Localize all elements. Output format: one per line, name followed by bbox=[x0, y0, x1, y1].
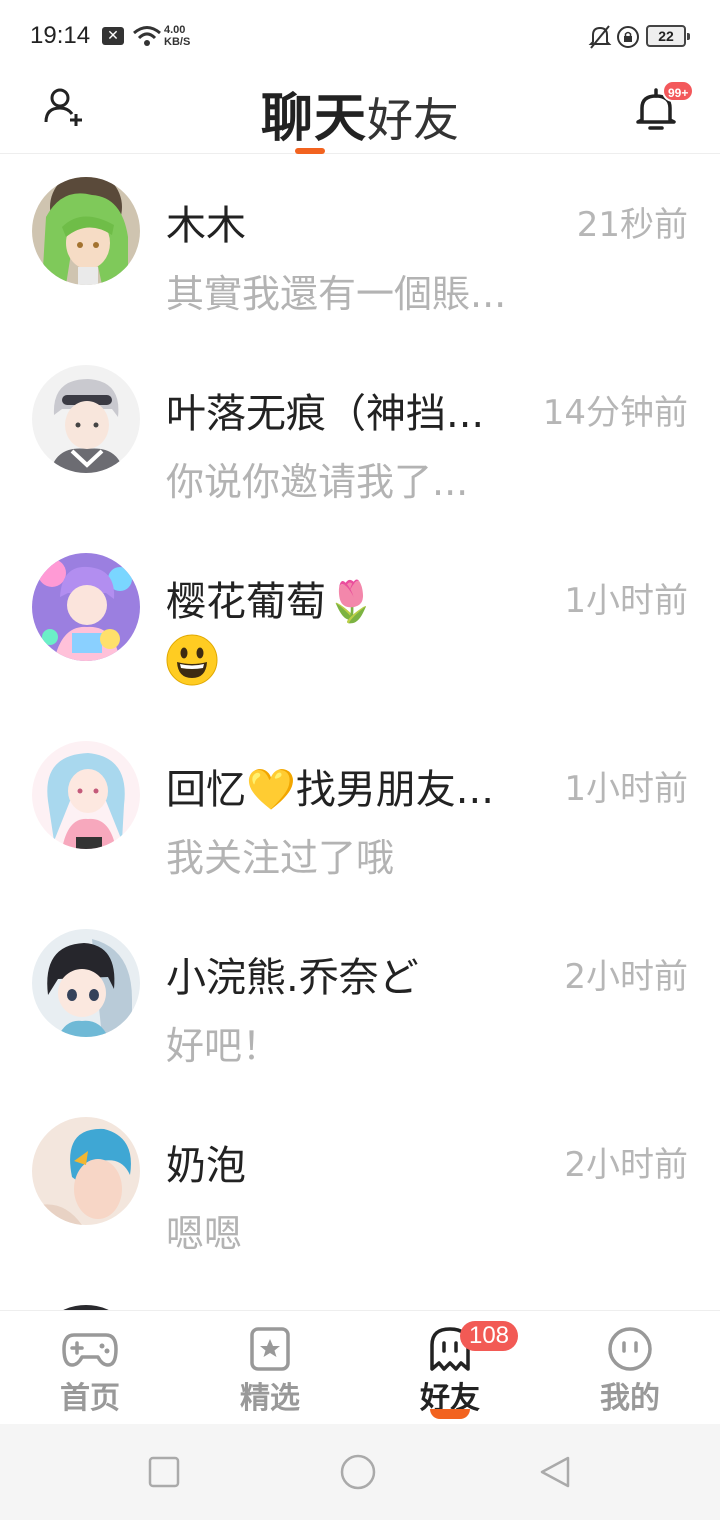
avatar[interactable] bbox=[32, 741, 140, 849]
contact-name: 回忆💛找男朋友... bbox=[166, 767, 494, 813]
network-speed: 4.00 KB/S bbox=[164, 24, 190, 48]
contact-name: 叶落无痕（神挡... bbox=[166, 391, 485, 437]
tab-friends[interactable]: 好友 bbox=[367, 93, 459, 147]
network-speed-value: 4.00 bbox=[164, 24, 186, 36]
chat-item[interactable]: 木木 21秒前 其實我還有一個賬... bbox=[0, 155, 720, 343]
notification-badge: 99+ bbox=[662, 80, 695, 102]
header-tabs: 聊天好友 bbox=[0, 76, 720, 151]
nav-label: 精选 bbox=[240, 1381, 300, 1416]
last-message: 嗯嗯 bbox=[166, 1212, 243, 1256]
grinning-face-emoji-icon bbox=[166, 634, 218, 686]
chat-item[interactable]: 奶泡 2小时前 嗯嗯 bbox=[0, 1095, 720, 1283]
last-message: 你说你邀请我了... bbox=[166, 460, 469, 504]
message-time: 14分钟前 bbox=[542, 393, 688, 433]
status-bar: 19:14 ✕ 4.00 KB/S 22 bbox=[0, 0, 720, 70]
system-navigation-bar bbox=[0, 1424, 720, 1520]
message-time: 2小时前 bbox=[564, 957, 688, 997]
status-time: 19:14 bbox=[30, 22, 91, 49]
contact-name: 奶泡 bbox=[166, 1143, 246, 1189]
back-triangle-icon[interactable] bbox=[538, 1454, 574, 1490]
active-nav-indicator bbox=[430, 1409, 470, 1419]
nav-featured[interactable]: 精选 bbox=[180, 1311, 360, 1425]
contact-name: 小浣熊.乔奈ど bbox=[166, 955, 419, 1001]
bottom-navigation: 首页 精选 108 好友 我的 bbox=[0, 1310, 720, 1424]
tab-chat[interactable]: 聊天 bbox=[261, 89, 367, 149]
contact-name: 木木 bbox=[166, 203, 246, 249]
last-message: 我关注过了哦 bbox=[166, 836, 395, 880]
chat-item[interactable]: 回忆💛找男朋友... 1小时前 我关注过了哦 bbox=[0, 719, 720, 907]
home-circle-icon[interactable] bbox=[340, 1454, 376, 1490]
smiley-face-icon bbox=[608, 1327, 652, 1371]
notification-x-icon: ✕ bbox=[102, 27, 124, 45]
friends-badge: 108 bbox=[460, 1321, 518, 1351]
contact-name: 樱花葡萄🌷 bbox=[166, 579, 376, 625]
message-time: 2小时前 bbox=[564, 1145, 688, 1185]
message-time: 21秒前 bbox=[576, 205, 688, 245]
message-time: 1小时前 bbox=[564, 581, 688, 621]
network-speed-unit: KB/S bbox=[164, 36, 191, 48]
wifi-icon bbox=[133, 26, 161, 46]
chat-item[interactable]: 小浣熊.乔奈ど 2小时前 好吧！ bbox=[0, 907, 720, 1095]
avatar[interactable] bbox=[32, 929, 140, 1037]
chat-item[interactable] bbox=[0, 1283, 720, 1310]
active-tab-indicator bbox=[295, 148, 325, 154]
avatar[interactable] bbox=[32, 365, 140, 473]
nav-me[interactable]: 我的 bbox=[540, 1311, 720, 1425]
star-square-icon bbox=[250, 1327, 290, 1371]
avatar[interactable] bbox=[32, 553, 140, 661]
top-header: 聊天好友 99+ bbox=[0, 70, 720, 154]
chat-list: 木木 21秒前 其實我還有一個賬... 叶落无痕（神挡... 14分钟前 你说你… bbox=[0, 155, 720, 1310]
chat-item[interactable]: 叶落无痕（神挡... 14分钟前 你说你邀请我了... bbox=[0, 343, 720, 531]
bell-muted-icon bbox=[588, 25, 612, 49]
nav-label: 我的 bbox=[600, 1381, 660, 1416]
rotation-lock-icon bbox=[617, 26, 639, 48]
gamepad-icon bbox=[62, 1333, 118, 1367]
nav-home[interactable]: 首页 bbox=[0, 1311, 180, 1425]
avatar[interactable] bbox=[32, 177, 140, 285]
avatar[interactable] bbox=[32, 1117, 140, 1225]
chat-item[interactable]: 樱花葡萄🌷 1小时前 bbox=[0, 531, 720, 719]
last-message: 好吧！ bbox=[166, 1024, 281, 1068]
battery-indicator: 22 bbox=[646, 25, 690, 47]
message-time: 1小时前 bbox=[564, 769, 688, 809]
recents-square-icon[interactable] bbox=[146, 1454, 182, 1490]
notifications-button[interactable]: 99+ bbox=[632, 80, 695, 140]
nav-label: 首页 bbox=[60, 1381, 120, 1416]
last-message: 其實我還有一個賬... bbox=[166, 272, 507, 316]
nav-friends[interactable]: 108 好友 bbox=[360, 1311, 540, 1425]
